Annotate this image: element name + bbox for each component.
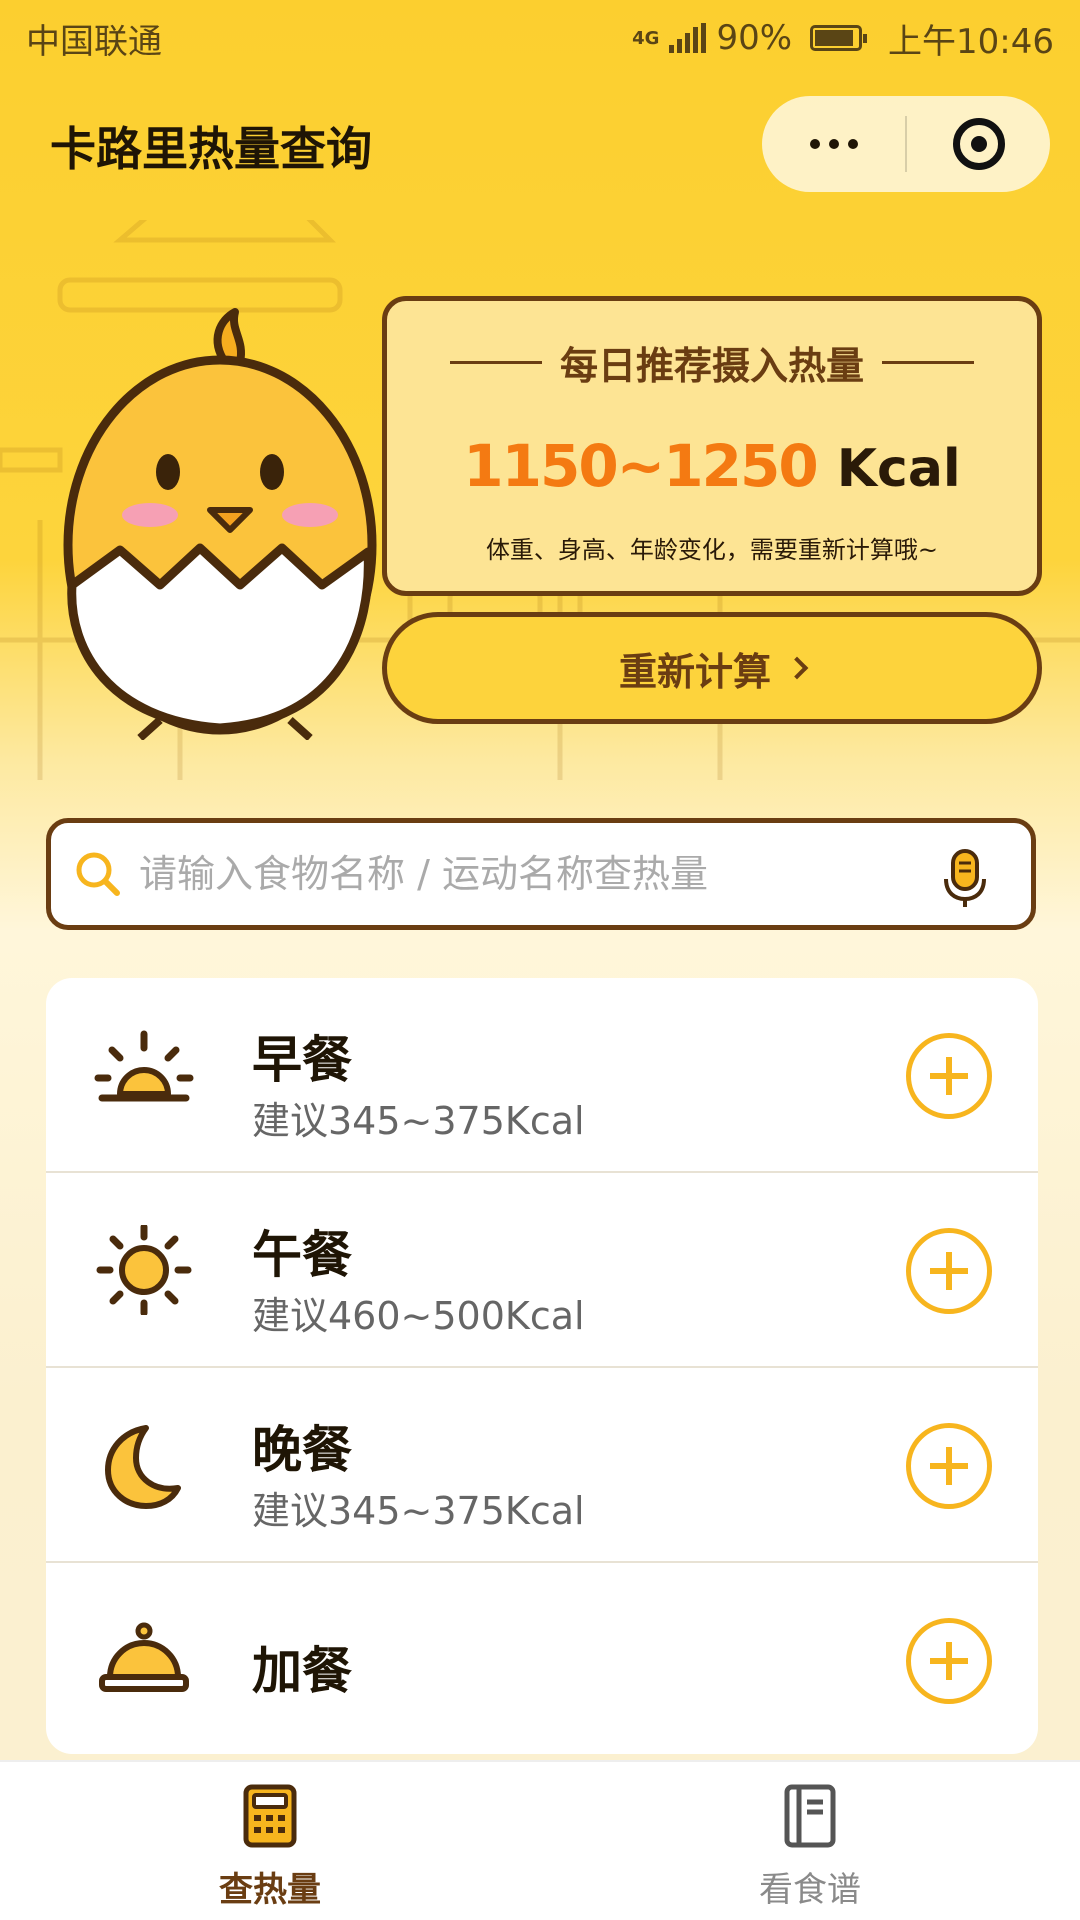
recipe-book-icon: [784, 1784, 836, 1848]
calculator-icon: [243, 1784, 297, 1848]
tab-calorie-lookup[interactable]: 查热量: [0, 1762, 540, 1920]
intake-unit: Kcal: [836, 439, 961, 499]
meal-suggestion: 建议345~375Kcal: [252, 1099, 585, 1143]
add-lunch-button[interactable]: [906, 1228, 992, 1314]
meal-row-dinner[interactable]: 晚餐 建议345~375Kcal: [46, 1368, 1038, 1563]
tab-bar: 查热量 看食谱: [0, 1760, 1080, 1920]
chevron-right-icon: [785, 656, 809, 680]
food-cloche-icon: [99, 1622, 189, 1692]
add-breakfast-button[interactable]: [906, 1033, 992, 1119]
meal-name: 午餐: [252, 1226, 352, 1284]
meal-row-snack[interactable]: 加餐: [46, 1563, 1038, 1754]
microphone-icon[interactable]: [943, 849, 987, 909]
recalculate-button[interactable]: 重新计算: [382, 612, 1042, 724]
clock: 上午10:46: [888, 21, 1054, 62]
meal-suggestion: 建议460~500Kcal: [252, 1294, 585, 1338]
meal-row-breakfast[interactable]: 早餐 建议345~375Kcal: [46, 978, 1038, 1173]
daily-intake-card: 每日推荐摄入热量 1150~1250 Kcal 体重、身高、年龄变化，需要重新计…: [382, 296, 1042, 596]
status-bar: 中国联通 4G 90% 上午10:46: [0, 0, 1080, 76]
battery-icon: [810, 25, 868, 51]
search-icon: [71, 847, 125, 901]
miniprogram-capsule: [762, 96, 1050, 192]
sunrise-icon: [94, 1030, 194, 1102]
carrier-label: 中国联通: [26, 21, 162, 62]
tab-recipes[interactable]: 看食谱: [540, 1762, 1080, 1920]
meal-name: 晚餐: [252, 1421, 352, 1479]
battery-percent: 90%: [716, 18, 793, 58]
meal-row-lunch[interactable]: 午餐 建议460~500Kcal: [46, 1173, 1038, 1368]
target-circle-icon[interactable]: [907, 118, 1050, 170]
meal-name: 早餐: [252, 1031, 352, 1089]
intake-value: 1150~1250 Kcal: [387, 432, 1037, 500]
intake-heading-text: 每日推荐摄入热量: [559, 344, 864, 388]
moon-icon: [105, 1425, 181, 1509]
sun-icon: [96, 1225, 192, 1315]
meal-name: 加餐: [252, 1642, 352, 1700]
meal-suggestion: 建议345~375Kcal: [252, 1489, 585, 1533]
tab-label: 查热量: [219, 1870, 321, 1910]
page-title: 卡路里热量查询: [50, 122, 372, 176]
title-bar: 卡路里热量查询: [0, 96, 1080, 196]
add-dinner-button[interactable]: [906, 1423, 992, 1509]
network-label: 4G: [632, 27, 660, 49]
status-indicators: 4G 90% 上午10:46: [632, 14, 1054, 63]
tab-label: 看食谱: [759, 1870, 861, 1910]
intake-note: 体重、身高、年龄变化，需要重新计算哦~: [485, 536, 939, 564]
search-input[interactable]: [139, 852, 919, 896]
add-snack-button[interactable]: [906, 1618, 992, 1704]
intake-range: 1150~1250: [463, 432, 818, 500]
recalculate-label: 重新计算: [618, 649, 771, 694]
search-bar[interactable]: [46, 818, 1036, 930]
meal-list: 早餐 建议345~375Kcal 午餐 建议460~500Kcal 晚餐 建议3…: [46, 978, 1038, 1754]
heading-line-left: [449, 361, 542, 364]
signal-icon: [669, 23, 707, 53]
chick-mascot: [63, 308, 377, 740]
heading-line-right: [882, 361, 974, 364]
battery-fill: [815, 30, 854, 46]
intake-heading: 每日推荐摄入热量: [387, 335, 1037, 390]
more-dots-icon[interactable]: [762, 139, 905, 149]
